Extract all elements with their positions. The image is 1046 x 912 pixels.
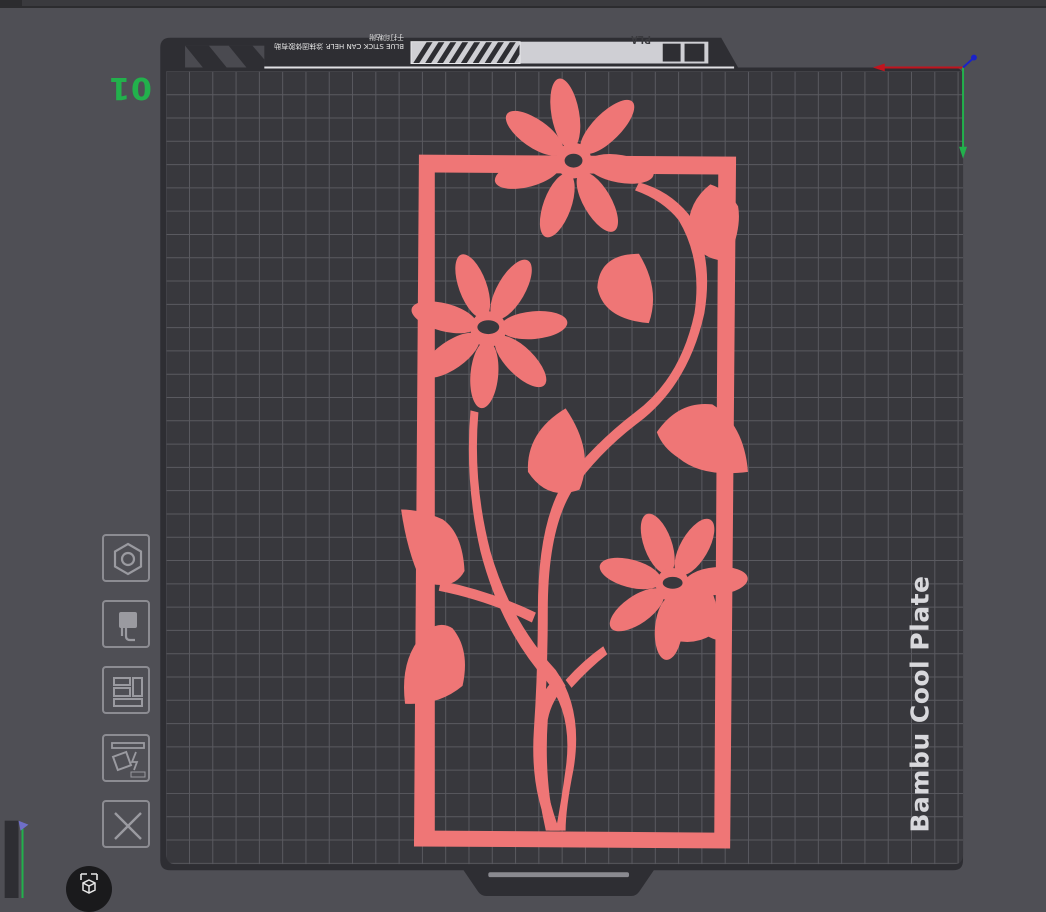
view-cube-button[interactable] [66, 866, 112, 912]
plate-warning-text: BLUE STICK CAN HELP. 涂抹固体胶有助于打印粘附 [274, 33, 404, 50]
arrange-icon [113, 677, 143, 707]
plate-number: 01 [108, 70, 152, 105]
hexagon-nut-icon [113, 542, 143, 576]
orient-tool-button[interactable] [102, 534, 150, 582]
cut-hook-icon [119, 612, 137, 642]
delete-button[interactable] [102, 800, 150, 848]
arrange-tool-button[interactable] [102, 666, 150, 714]
cut-tool-button[interactable] [102, 600, 150, 648]
auto-orient-icon [111, 742, 146, 778]
plate-handle [488, 872, 630, 878]
auto-orient-button[interactable] [102, 734, 150, 782]
view-axis-indicator [4, 820, 29, 898]
plate-filament-text: PLA [631, 33, 651, 46]
close-x-icon [114, 812, 142, 840]
3d-viewport[interactable]: 01 Bambu Cool Plate BLUE STICK CAN HELP.… [0, 8, 1046, 898]
cube-view-icon [80, 873, 98, 894]
plate-toolbar [102, 534, 154, 852]
build-plate-scene[interactable] [0, 8, 1046, 898]
plate-type-text: Bambu Cool Plate [905, 575, 935, 833]
top-border [0, 0, 1046, 8]
